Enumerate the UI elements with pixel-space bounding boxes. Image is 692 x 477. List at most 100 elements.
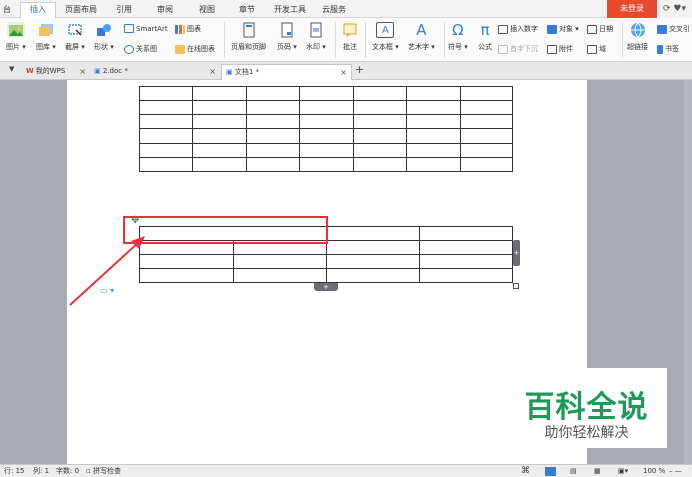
ribbon-separator (365, 22, 366, 58)
fullscreen-icon[interactable]: ⌘ (521, 465, 530, 477)
annotation-arrow (69, 236, 145, 306)
wordart-button[interactable]: A 艺术字 ▾ (408, 21, 435, 52)
comment-icon (341, 22, 359, 38)
table-row (139, 114, 513, 130)
add-row-handle[interactable]: + (314, 283, 338, 291)
workspace-left (0, 80, 67, 464)
field-button[interactable]: 域 (587, 44, 606, 54)
header-footer-button[interactable]: 页眉和页脚 (231, 22, 266, 52)
upper-table[interactable] (139, 85, 513, 173)
close-icon[interactable]: × (340, 65, 347, 80)
menu-references[interactable]: 引用 (110, 3, 138, 17)
zoom-slider[interactable]: – — (669, 465, 682, 477)
status-word-count[interactable]: 字数: 0 (56, 465, 79, 477)
ribbon-separator (444, 22, 445, 58)
smartart-button[interactable]: SmartArt (124, 24, 168, 33)
relation-icon (124, 44, 134, 54)
hyperlink-button[interactable]: 超链接 (627, 22, 648, 52)
hyperlink-icon (629, 22, 647, 38)
ribbon-separator (622, 22, 623, 58)
table-row (139, 254, 513, 269)
menu-start[interactable]: 台 (0, 3, 14, 17)
tab-2-doc[interactable]: ▣ 2.doc * × (90, 64, 220, 80)
cross-ref-button[interactable]: 交叉引 (657, 24, 690, 34)
menu-cloud[interactable]: 云服务 (318, 3, 350, 17)
relation-button[interactable]: 关系图 (124, 44, 157, 54)
menu-view[interactable]: 视图 (193, 3, 221, 17)
top-right-icons[interactable]: ⟳ ♥▾ (657, 0, 692, 18)
watermark-button[interactable]: 水印 ▾ (306, 22, 326, 52)
smartart-icon (124, 24, 134, 33)
menu-developer[interactable]: 开发工具 (270, 3, 310, 17)
menu-section[interactable]: 章节 (233, 3, 261, 17)
textbox-icon: A (376, 22, 395, 38)
ribbon-toolbar: 图片 ▾ 图库 ▾ 截屏 ▾ 形状 ▾ SmartArt 图表 关系图 在线图表 (0, 18, 692, 62)
date-button[interactable]: 日期 (587, 24, 613, 34)
menu-insert[interactable]: 插入 (20, 2, 56, 19)
document-tab-bar: ▼ W 我的WPS × ▣ 2.doc * × ▣ 文档1 * × + (0, 62, 692, 80)
shape-button[interactable]: 形状 ▾ (94, 22, 114, 52)
close-icon[interactable]: × (79, 64, 86, 79)
table-resize-handle[interactable] (513, 283, 519, 289)
doc-icon: ▣ (226, 68, 235, 76)
tab-document1[interactable]: ▣ 文档1 * × (221, 64, 352, 80)
symbol-icon: Ω (452, 21, 464, 39)
screenshot-button[interactable]: 截屏 ▾ (65, 22, 85, 52)
zoom-level[interactable]: 100 % (643, 465, 665, 477)
page-number-icon (278, 22, 296, 38)
table-row (139, 268, 513, 283)
object-button[interactable]: 对象 ▾ (547, 24, 579, 34)
online-chart-button[interactable]: 在线图表 (175, 44, 215, 54)
online-chart-icon (175, 44, 185, 54)
web-view-icon[interactable]: ▦ (594, 465, 601, 477)
number-icon (498, 24, 508, 34)
gallery-button[interactable]: 图库 ▾ (36, 22, 56, 52)
table-row (139, 156, 513, 173)
chart-button[interactable]: 图表 (175, 24, 201, 34)
attachment-icon (547, 44, 557, 54)
tab-my-wps[interactable]: W 我的WPS × (22, 64, 90, 80)
calendar-icon (587, 24, 597, 34)
picture-button[interactable]: 图片 ▾ (6, 22, 26, 52)
first-drop-button[interactable]: 首字下沉 (498, 44, 538, 54)
status-bar: 行: 15 列: 1 字数: 0 ▫ 拼写检查 ⌘ ▤ ▦ ▣▾ 100 % –… (0, 464, 692, 477)
table-row (139, 100, 513, 116)
new-tab-button[interactable]: + (355, 63, 364, 76)
object-icon (547, 24, 557, 34)
page-view-icon[interactable] (545, 467, 556, 476)
textbox-button[interactable]: A 文本框 ▾ (372, 22, 399, 52)
reading-view-icon[interactable]: ▣▾ (618, 465, 628, 477)
watermark-title: 百科全说 (524, 390, 649, 425)
cross-ref-icon (657, 24, 667, 34)
drop-cap-icon (498, 44, 508, 54)
formula-icon: π (480, 21, 490, 39)
formula-button[interactable]: π 公式 (476, 21, 494, 52)
ribbon-separator (224, 22, 225, 58)
status-spell-check[interactable]: 拼写检查 (93, 465, 121, 477)
close-icon[interactable]: × (209, 64, 216, 79)
page-number-button[interactable]: 页码 ▾ (277, 22, 297, 52)
vertical-scrollbar[interactable] (684, 80, 692, 464)
tab-list-dropdown-icon[interactable]: ▼ (9, 65, 14, 73)
table-row (139, 128, 513, 144)
shape-icon (95, 22, 113, 38)
attachment-button[interactable]: 附件 (547, 44, 573, 54)
insert-number-button[interactable]: 插入数字 (498, 24, 538, 34)
doc-icon: ▣ (94, 67, 103, 75)
watermark-subtitle: 助你轻松解决 (544, 425, 629, 441)
watermark-icon (307, 22, 325, 38)
add-column-handle[interactable]: + (513, 240, 520, 266)
outline-view-icon[interactable]: ▤ (570, 465, 577, 477)
ribbon-separator (335, 22, 336, 58)
menu-page-layout[interactable]: 页面布局 (62, 3, 100, 17)
status-row: 行: 15 (4, 467, 25, 475)
bookmark-button[interactable]: 书签 (657, 44, 679, 54)
menu-review[interactable]: 审阅 (150, 3, 180, 17)
comment-button[interactable]: 批注 (341, 22, 359, 52)
gallery-icon (37, 22, 55, 38)
screenshot-icon (66, 22, 84, 38)
symbol-button[interactable]: Ω 符号 ▾ (448, 21, 468, 52)
chart-icon (175, 24, 185, 34)
wordart-icon: A (416, 21, 427, 39)
login-button[interactable]: 未登录 (607, 0, 657, 18)
